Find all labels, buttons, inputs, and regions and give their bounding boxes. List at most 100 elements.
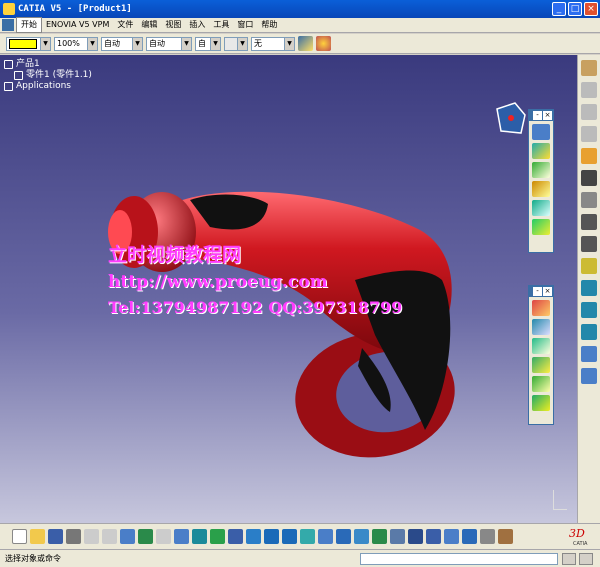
save-icon[interactable] (48, 529, 63, 544)
fly-mode-icon[interactable] (192, 529, 207, 544)
fillet-icon[interactable] (532, 300, 550, 316)
compass-icon-btn[interactable] (480, 529, 495, 544)
snap-icon[interactable] (581, 170, 597, 186)
workbench-icon[interactable] (581, 60, 597, 76)
open-icon[interactable] (30, 529, 45, 544)
palette-min-icon[interactable]: - (533, 111, 542, 120)
chevron-down-icon[interactable]: ▼ (87, 37, 97, 50)
chevron-down-icon[interactable]: ▼ (210, 37, 220, 50)
color-combo[interactable]: ▼ (6, 36, 51, 51)
extrude-icon[interactable] (581, 280, 597, 296)
chevron-down-icon[interactable]: ▼ (237, 37, 247, 50)
command-ok-button[interactable] (562, 553, 576, 565)
chevron-down-icon[interactable]: ▼ (132, 37, 142, 50)
layer-filter-combo[interactable]: ▼ (224, 36, 248, 51)
multi-view-icon[interactable] (318, 529, 333, 544)
minimize-button[interactable]: _ (552, 2, 566, 16)
transparency-combo[interactable]: 100% ▼ (54, 36, 98, 51)
sketch-tools-icon[interactable] (581, 192, 597, 208)
maximize-button[interactable]: □ (568, 2, 582, 16)
close-button[interactable]: × (584, 2, 598, 16)
menu-view[interactable]: 视图 (161, 18, 185, 32)
hide-show-icon[interactable] (372, 529, 387, 544)
menu-edit[interactable]: 编辑 (137, 18, 161, 32)
palette-min-icon[interactable]: - (533, 287, 542, 296)
measure-icon[interactable] (426, 529, 441, 544)
draft-icon[interactable] (532, 338, 550, 354)
render-style-icon[interactable] (354, 529, 369, 544)
plane-icon[interactable] (581, 258, 597, 274)
part-model[interactable] (90, 130, 490, 460)
rotate-icon[interactable] (246, 529, 261, 544)
fit-all-icon[interactable] (210, 529, 225, 544)
material-icon[interactable] (408, 529, 423, 544)
3d-viewport[interactable]: 产品1 零件1 (零件1.1) Applications 立时视频教程网 htt… (0, 55, 577, 523)
line-icon[interactable] (581, 236, 597, 252)
select-arrow-icon[interactable] (581, 148, 597, 164)
paste-icon[interactable] (120, 529, 135, 544)
menu-start[interactable]: 开始 (16, 17, 42, 33)
apply-material-icon[interactable] (498, 529, 513, 544)
shaft-icon[interactable] (532, 162, 550, 178)
thread-icon[interactable] (532, 395, 550, 411)
command-input[interactable] (360, 553, 558, 565)
sweep-icon[interactable] (581, 324, 597, 340)
paste-icon[interactable] (581, 104, 597, 120)
pad-icon[interactable] (532, 143, 550, 159)
shell-icon[interactable] (532, 357, 550, 373)
print-icon[interactable] (66, 529, 81, 544)
normal-view-icon[interactable] (300, 529, 315, 544)
menu-insert[interactable]: 插入 (185, 18, 209, 32)
tree-node-part[interactable]: 零件1 (零件1.1) (4, 70, 92, 81)
update-icon[interactable] (581, 126, 597, 142)
chevron-down-icon[interactable]: ▼ (181, 37, 191, 50)
analysis-icon[interactable] (444, 529, 459, 544)
format-brush-icon[interactable] (316, 36, 331, 51)
undo-icon[interactable] (138, 529, 153, 544)
catalog-icon[interactable] (462, 529, 477, 544)
compass-icon[interactable] (493, 101, 527, 135)
point-icon[interactable] (581, 214, 597, 230)
revolve-icon[interactable] (581, 302, 597, 318)
workbench-icon[interactable] (2, 19, 14, 31)
menu-window[interactable]: 窗口 (233, 18, 257, 32)
swap-space-icon[interactable] (390, 529, 405, 544)
copy-icon[interactable] (102, 529, 117, 544)
line-weight-combo[interactable]: 自动 ▼ (101, 36, 143, 51)
zoom-out-icon[interactable] (282, 529, 297, 544)
sketch-icon[interactable] (532, 124, 550, 140)
chevron-down-icon[interactable]: ▼ (284, 37, 294, 50)
spline-icon[interactable] (581, 368, 597, 384)
tree-node-applications[interactable]: Applications (4, 81, 92, 92)
layer-combo[interactable]: 无 ▼ (251, 36, 295, 51)
rib-icon[interactable] (532, 181, 550, 197)
chamfer-icon[interactable] (532, 319, 550, 335)
floating-toolbar-1[interactable]: - × (528, 109, 554, 253)
line-type-combo[interactable]: 自动 ▼ (146, 36, 192, 51)
tree-node-product[interactable]: 产品1 (4, 59, 92, 70)
help-icon[interactable] (174, 529, 189, 544)
thickness-icon[interactable] (532, 376, 550, 392)
copy-icon[interactable] (581, 82, 597, 98)
loft-icon[interactable] (532, 200, 550, 216)
cut-icon[interactable] (84, 529, 99, 544)
color-swatch (9, 38, 37, 49)
command-cancel-button[interactable] (579, 553, 593, 565)
new-icon[interactable] (12, 529, 27, 544)
close-icon[interactable]: × (543, 287, 552, 296)
menu-tools[interactable]: 工具 (209, 18, 233, 32)
pan-icon[interactable] (228, 529, 243, 544)
multi-section-icon[interactable] (532, 219, 550, 235)
close-icon[interactable]: × (543, 111, 552, 120)
chevron-down-icon[interactable]: ▼ (40, 37, 50, 50)
menu-file[interactable]: 文件 (113, 18, 137, 32)
iso-view-icon[interactable] (336, 529, 351, 544)
painter-icon[interactable] (298, 36, 313, 51)
menu-enovia[interactable]: ENOVIA V5 VPM (42, 18, 113, 32)
circle-icon[interactable] (581, 346, 597, 362)
menu-help[interactable]: 帮助 (257, 18, 281, 32)
zoom-in-icon[interactable] (264, 529, 279, 544)
redo-icon[interactable] (156, 529, 171, 544)
point-symbol-combo[interactable]: 自 ▼ (195, 36, 221, 51)
floating-toolbar-2[interactable]: - × (528, 285, 554, 425)
